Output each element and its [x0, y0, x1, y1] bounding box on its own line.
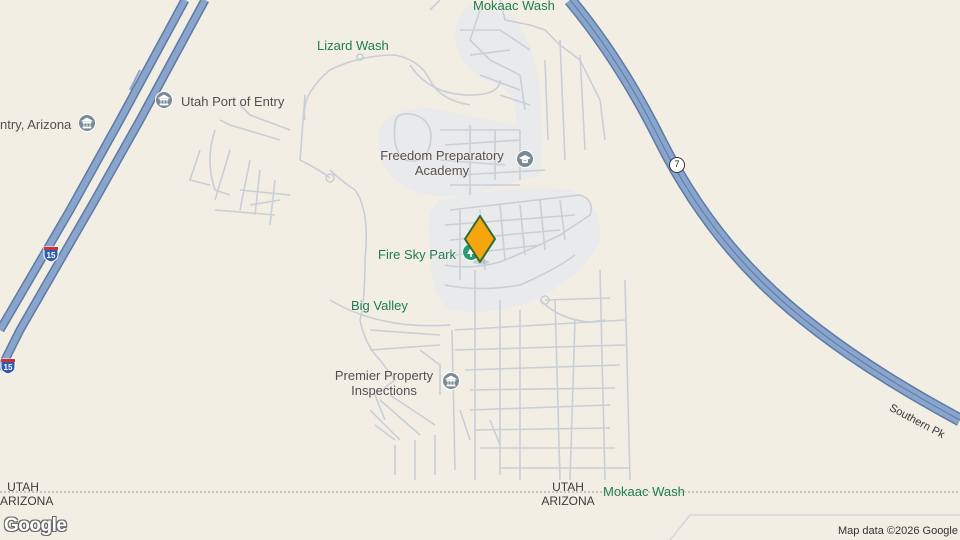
map-data-attribution[interactable]: Map data ©2026 Google: [838, 525, 958, 537]
map-base: [0, 0, 960, 540]
arizona-label-center: ARIZONA: [541, 494, 595, 508]
interstate-15-shield-b[interactable]: 15: [0, 358, 16, 380]
route-7-number: 7: [674, 159, 680, 169]
utah-label-left: UTAH: [7, 480, 39, 494]
business-icon[interactable]: [78, 114, 96, 132]
utah-port-of-entry-label[interactable]: Utah Port of Entry: [181, 94, 284, 109]
mokaac-wash-label-top: Mokaac Wash: [473, 0, 555, 13]
interstate-15-shield-a[interactable]: 15: [43, 246, 59, 268]
interstate-15-number-a: 15: [46, 251, 56, 260]
location-pin-icon[interactable]: [463, 214, 497, 266]
arizona-label-left: ARIZONA: [0, 494, 54, 508]
interstate-15-number-b: 15: [3, 363, 13, 372]
graduation-cap-icon[interactable]: [516, 150, 534, 168]
google-logo[interactable]: Google: [4, 515, 67, 537]
business-icon[interactable]: [442, 372, 460, 390]
big-valley-label: Big Valley: [351, 298, 408, 313]
interstate-15: [0, 0, 209, 373]
map-canvas[interactable]: Mokaac Wash Lizard Wash Utah Port of Ent…: [0, 0, 960, 540]
state-label-center: UTAH ARIZONA: [535, 480, 601, 508]
lizard-wash-label: Lizard Wash: [317, 38, 389, 53]
entry-arizona-label[interactable]: ntry, Arizona: [0, 117, 71, 132]
route-7-shield[interactable]: 7: [669, 157, 685, 173]
fire-sky-park-label[interactable]: Fire Sky Park: [378, 247, 456, 262]
utah-label-center: UTAH: [552, 480, 584, 494]
state-label-left: UTAH ARIZONA: [0, 480, 54, 508]
freedom-preparatory-label[interactable]: Freedom Preparatory Academy: [376, 148, 508, 178]
southern-parkway: [565, 0, 960, 426]
premier-property-label[interactable]: Premier Property Inspections: [328, 368, 440, 398]
mokaac-wash-label-bottom: Mokaac Wash: [603, 484, 685, 499]
government-building-icon[interactable]: [155, 91, 173, 109]
